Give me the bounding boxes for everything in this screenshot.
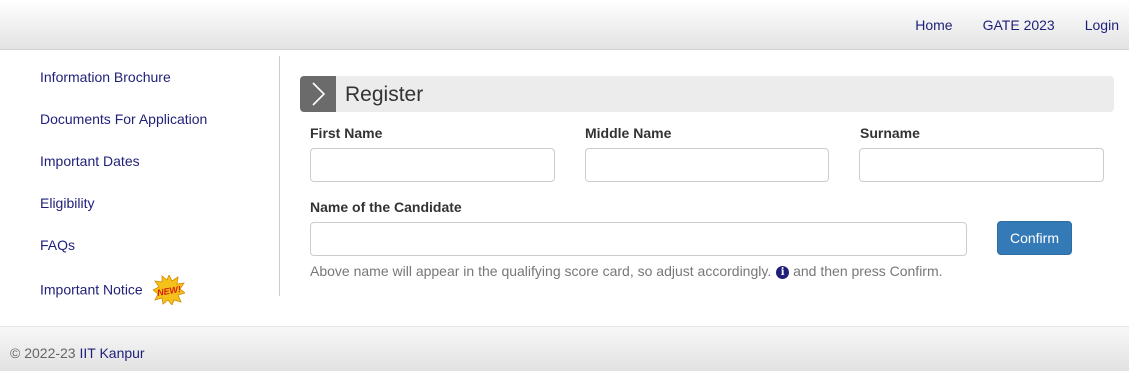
info-icon[interactable]: i xyxy=(776,266,790,279)
footer-org-link[interactable]: IIT Kanpur xyxy=(79,345,144,361)
hint-text-after: and then press Confirm. xyxy=(793,263,943,279)
sidebar-item-faqs[interactable]: FAQs xyxy=(40,237,75,253)
middle-name-label: Middle Name xyxy=(585,125,672,141)
top-navbar: Home GATE 2023 Login xyxy=(0,0,1129,50)
nav-home-link[interactable]: Home xyxy=(915,17,952,33)
sidebar-item-information-brochure[interactable]: Information Brochure xyxy=(40,69,171,85)
candidate-name-input[interactable] xyxy=(310,222,967,256)
register-panel-heading: Register xyxy=(300,76,1114,112)
name-hint-text: Above name will appear in the qualifying… xyxy=(310,263,943,279)
sidebar-item-documents[interactable]: Documents For Application xyxy=(40,111,207,127)
nav-login-link[interactable]: Login xyxy=(1085,17,1119,33)
confirm-button[interactable]: Confirm xyxy=(997,221,1072,255)
surname-input[interactable] xyxy=(859,148,1104,182)
first-name-input[interactable] xyxy=(310,148,555,182)
first-name-label: First Name xyxy=(310,125,383,141)
page-title: Register xyxy=(345,83,424,106)
candidate-name-label: Name of the Candidate xyxy=(310,199,462,215)
footer-copyright: © 2022-23 IIT Kanpur xyxy=(10,345,145,361)
sidebar-item-important-dates[interactable]: Important Dates xyxy=(40,153,140,169)
footer: © 2022-23 IIT Kanpur xyxy=(0,326,1129,371)
sidebar-item-important-notice[interactable]: Important Notice xyxy=(40,282,143,298)
middle-name-input[interactable] xyxy=(585,148,829,182)
top-nav: Home GATE 2023 Login xyxy=(915,17,1119,33)
copyright-text: © 2022-23 xyxy=(10,345,76,361)
surname-label: Surname xyxy=(860,125,920,141)
nav-gate-link[interactable]: GATE 2023 xyxy=(983,17,1055,33)
sidebar-item-important-notice-row[interactable]: Important Notice NEW! xyxy=(40,274,186,306)
sidebar: Information Brochure Documents For Appli… xyxy=(0,56,280,306)
sidebar-item-eligibility[interactable]: Eligibility xyxy=(40,195,94,211)
hint-text-before: Above name will appear in the qualifying… xyxy=(310,263,772,279)
new-badge-icon: NEW! xyxy=(151,274,186,306)
chevron-right-icon xyxy=(300,76,336,112)
